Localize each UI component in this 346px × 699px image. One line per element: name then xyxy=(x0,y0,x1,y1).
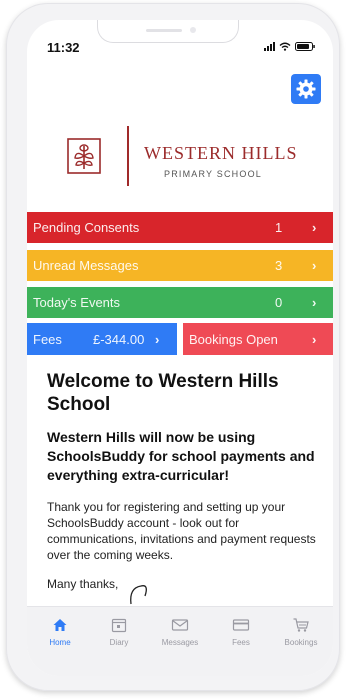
todays-events-count: 0 xyxy=(275,295,283,310)
todays-events-label: Today's Events xyxy=(33,295,121,310)
speaker-grille xyxy=(146,29,182,32)
tab-label: Home xyxy=(49,638,71,647)
gear-icon xyxy=(296,79,316,99)
signal-icon xyxy=(264,42,275,51)
phone-frame: 11:32 WESTERN HILLS PRIMARY SCHOOL Pendi… xyxy=(6,3,340,691)
tab-label: Bookings xyxy=(284,638,318,647)
pending-consents-count: 1 xyxy=(275,220,283,235)
todays-events-row[interactable]: Today's Events 0 › xyxy=(27,287,333,318)
bookings-open-button[interactable]: Bookings Open › xyxy=(183,323,333,355)
signature-scribble xyxy=(130,585,147,605)
tree-crest-icon xyxy=(67,138,101,174)
status-time: 11:32 xyxy=(47,40,80,55)
school-subtitle: PRIMARY SCHOOL xyxy=(164,169,262,179)
welcome-subtitle: Western Hills will now be using SchoolsB… xyxy=(47,429,315,483)
logo-divider xyxy=(127,126,129,186)
settings-button[interactable] xyxy=(291,74,321,104)
cart-icon xyxy=(293,618,309,632)
school-logo: WESTERN HILLS PRIMARY SCHOOL xyxy=(27,116,333,186)
tab-messages[interactable]: Messages xyxy=(152,617,208,647)
status-icons xyxy=(264,42,315,51)
fees-button[interactable]: Fees £-344.00 › xyxy=(27,323,177,355)
welcome-body: Thank you for registering and setting up… xyxy=(47,500,316,562)
unread-messages-count: 3 xyxy=(275,258,283,273)
tab-bookings[interactable]: Bookings xyxy=(273,617,329,647)
fees-amount: £-344.00 xyxy=(93,331,145,347)
unread-messages-label: Unread Messages xyxy=(33,258,139,273)
tab-label: Fees xyxy=(232,638,250,647)
chevron-right-icon: › xyxy=(312,220,317,235)
battery-icon xyxy=(295,42,315,51)
bottom-tab-bar: Home Diary Messages Fees Bookings xyxy=(27,606,333,676)
chevron-right-icon: › xyxy=(155,331,160,347)
pending-consents-row[interactable]: Pending Consents 1 › xyxy=(27,212,333,243)
envelope-icon xyxy=(171,619,189,631)
chevron-right-icon: › xyxy=(312,258,317,273)
pending-consents-label: Pending Consents xyxy=(33,220,140,235)
welcome-content: Welcome to Western Hills School Western … xyxy=(47,370,317,591)
home-icon xyxy=(53,619,67,631)
bookings-open-label: Bookings Open xyxy=(189,331,278,347)
welcome-signoff: Many thanks, xyxy=(47,577,119,591)
device-notch xyxy=(97,20,239,43)
school-name: WESTERN HILLS xyxy=(144,143,298,163)
credit-card-icon xyxy=(232,619,250,631)
wifi-icon xyxy=(279,42,291,51)
chevron-right-icon: › xyxy=(312,295,317,310)
calendar-icon xyxy=(111,618,127,633)
welcome-title: Welcome to Western Hills School xyxy=(47,371,279,415)
unread-messages-row[interactable]: Unread Messages 3 › xyxy=(27,250,333,281)
tab-home[interactable]: Home xyxy=(32,617,88,647)
app-screen: 11:32 WESTERN HILLS PRIMARY SCHOOL Pendi… xyxy=(27,20,333,676)
fees-label: Fees xyxy=(33,331,62,347)
tab-label: Messages xyxy=(161,638,199,647)
chevron-right-icon: › xyxy=(312,331,317,347)
tab-diary[interactable]: Diary xyxy=(91,617,147,647)
front-camera xyxy=(190,27,196,33)
tab-label: Diary xyxy=(109,638,129,647)
tab-fees[interactable]: Fees xyxy=(213,617,269,647)
